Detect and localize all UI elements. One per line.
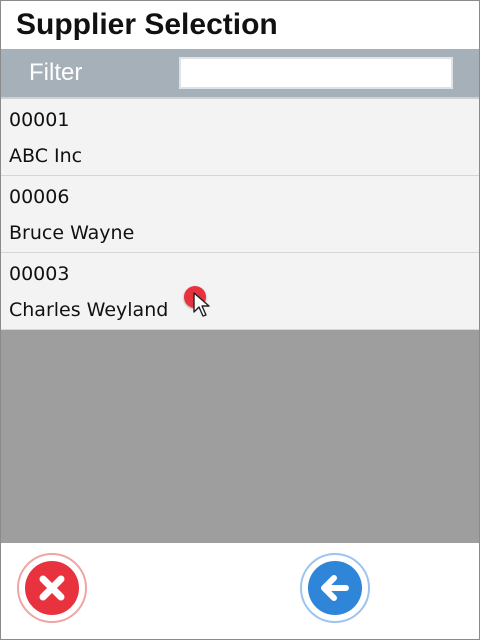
supplier-item-00006[interactable]: 00006 Bruce Wayne — [1, 176, 479, 253]
supplier-name: Bruce Wayne — [9, 222, 135, 244]
page-title: Supplier Selection — [16, 8, 278, 41]
supplier-selection-window: Supplier Selection Filter 00001 ABC Inc … — [0, 0, 480, 640]
filter-input[interactable] — [179, 57, 453, 89]
arrow-left-icon — [308, 561, 362, 615]
cancel-button[interactable] — [17, 553, 87, 623]
back-button[interactable] — [300, 553, 370, 623]
title-bar: Supplier Selection — [1, 1, 479, 49]
supplier-code: 00003 — [9, 263, 70, 285]
supplier-code: 00006 — [9, 186, 70, 208]
filter-label: Filter — [29, 59, 83, 86]
close-icon — [25, 561, 79, 615]
bottom-toolbar — [1, 543, 479, 639]
supplier-list[interactable]: 00001 ABC Inc 00006 Bruce Wayne 00003 Ch… — [1, 97, 479, 543]
mouse-pointer-icon — [193, 292, 210, 317]
supplier-item-00003[interactable]: 00003 Charles Weyland — [1, 253, 479, 330]
filter-bar: Filter — [1, 49, 479, 97]
supplier-name: Charles Weyland — [9, 299, 169, 321]
supplier-item-00001[interactable]: 00001 ABC Inc — [1, 99, 479, 176]
supplier-name: ABC Inc — [9, 145, 83, 167]
supplier-code: 00001 — [9, 109, 70, 131]
